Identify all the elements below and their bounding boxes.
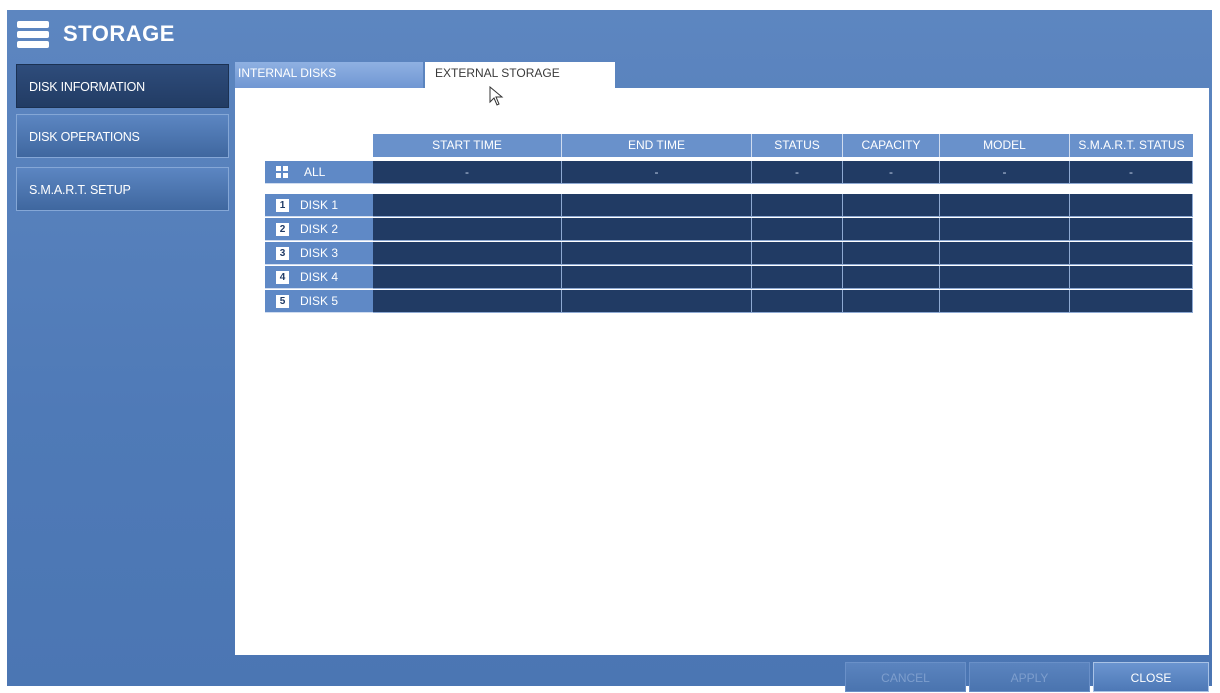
table-cell: - (562, 161, 752, 184)
row-label-disk-2[interactable]: 2 DISK 2 (265, 218, 373, 241)
sidebar-item-smart-setup[interactable]: S.M.A.R.T. SETUP (16, 167, 229, 211)
row-label-text: ALL (304, 164, 326, 179)
table-cell (1070, 218, 1193, 241)
storage-window: STORAGE DISK INFORMATION DISK OPERATIONS… (7, 10, 1212, 692)
page-title: STORAGE (63, 21, 175, 46)
tab-internal-disks[interactable]: INTERNAL DISKS (235, 62, 423, 89)
row-label-disk-1[interactable]: 1 DISK 1 (265, 194, 373, 217)
disk-number-badge: 1 (276, 198, 289, 212)
table-cell: - (373, 161, 562, 184)
sidebar-item-disk-operations[interactable]: DISK OPERATIONS (16, 114, 229, 158)
table-row-all[interactable]: ALL - - - - - - (265, 161, 1193, 184)
row-label-text: DISK 2 (300, 221, 339, 236)
table-cell (843, 290, 940, 313)
cancel-button[interactable]: CANCEL (845, 662, 966, 692)
table-header: START TIME END TIME STATUS CAPACITY MODE… (373, 134, 1193, 157)
table-row[interactable]: 1 DISK 1 (265, 194, 1193, 217)
row-label-text: DISK 1 (300, 197, 339, 212)
table-cell (752, 290, 843, 313)
table-cell (373, 242, 562, 265)
table-cell (843, 266, 940, 289)
row-label-disk-4[interactable]: 4 DISK 4 (265, 266, 373, 289)
table-cell (562, 266, 752, 289)
window-header: STORAGE (7, 10, 1212, 58)
table-cell (562, 218, 752, 241)
grid-icon (276, 165, 289, 179)
table-cell (843, 218, 940, 241)
row-label-text: DISK 3 (300, 245, 339, 260)
table-cell (373, 290, 562, 313)
table-cell (562, 290, 752, 313)
column-header-start-time: START TIME (373, 134, 562, 157)
table-cell: - (843, 161, 940, 184)
column-header-status: STATUS (752, 134, 843, 157)
table-cell (940, 194, 1070, 217)
table-cell (562, 242, 752, 265)
disk-number-badge: 3 (276, 246, 289, 260)
table-cell (843, 194, 940, 217)
table-cell (373, 266, 562, 289)
row-label-text: DISK 5 (300, 293, 339, 308)
table-cell (843, 242, 940, 265)
table-cell (752, 266, 843, 289)
table-cell (752, 194, 843, 217)
table-cell (752, 242, 843, 265)
column-header-model: MODEL (940, 134, 1070, 157)
sidebar-item-disk-information[interactable]: DISK INFORMATION (16, 64, 229, 108)
storage-menu-icon (17, 21, 49, 49)
row-label-text: DISK 4 (300, 269, 339, 284)
table-row[interactable]: 4 DISK 4 (265, 266, 1193, 289)
table-cell: - (752, 161, 843, 184)
column-header-smart-status: S.M.A.R.T. STATUS (1070, 134, 1193, 157)
table-cell (940, 290, 1070, 313)
table-cell (940, 242, 1070, 265)
table-cell: - (940, 161, 1070, 184)
table-cell (1070, 194, 1193, 217)
disk-number-badge: 4 (276, 270, 289, 284)
disk-number-badge: 2 (276, 222, 289, 236)
tab-external-storage[interactable]: EXTERNAL STORAGE (425, 62, 615, 89)
table-cell (940, 266, 1070, 289)
row-label-disk-5[interactable]: 5 DISK 5 (265, 290, 373, 313)
table-row[interactable]: 5 DISK 5 (265, 290, 1193, 313)
disk-number-badge: 5 (276, 294, 289, 308)
table-cell (1070, 242, 1193, 265)
close-button[interactable]: CLOSE (1093, 662, 1209, 692)
table-cell (562, 194, 752, 217)
table-cell (373, 194, 562, 217)
table-cell: - (1070, 161, 1193, 184)
table-cell (1070, 290, 1193, 313)
apply-button[interactable]: APPLY (969, 662, 1090, 692)
table-cell (940, 218, 1070, 241)
column-header-end-time: END TIME (562, 134, 752, 157)
table-row[interactable]: 2 DISK 2 (265, 218, 1193, 241)
row-label-all[interactable]: ALL (265, 161, 373, 184)
content-panel: START TIME END TIME STATUS CAPACITY MODE… (235, 88, 1209, 655)
table-row[interactable]: 3 DISK 3 (265, 242, 1193, 265)
table-cell (373, 218, 562, 241)
table-cell (1070, 266, 1193, 289)
row-label-disk-3[interactable]: 3 DISK 3 (265, 242, 373, 265)
table-cell (752, 218, 843, 241)
mouse-cursor-icon (489, 86, 504, 106)
column-header-capacity: CAPACITY (843, 134, 940, 157)
